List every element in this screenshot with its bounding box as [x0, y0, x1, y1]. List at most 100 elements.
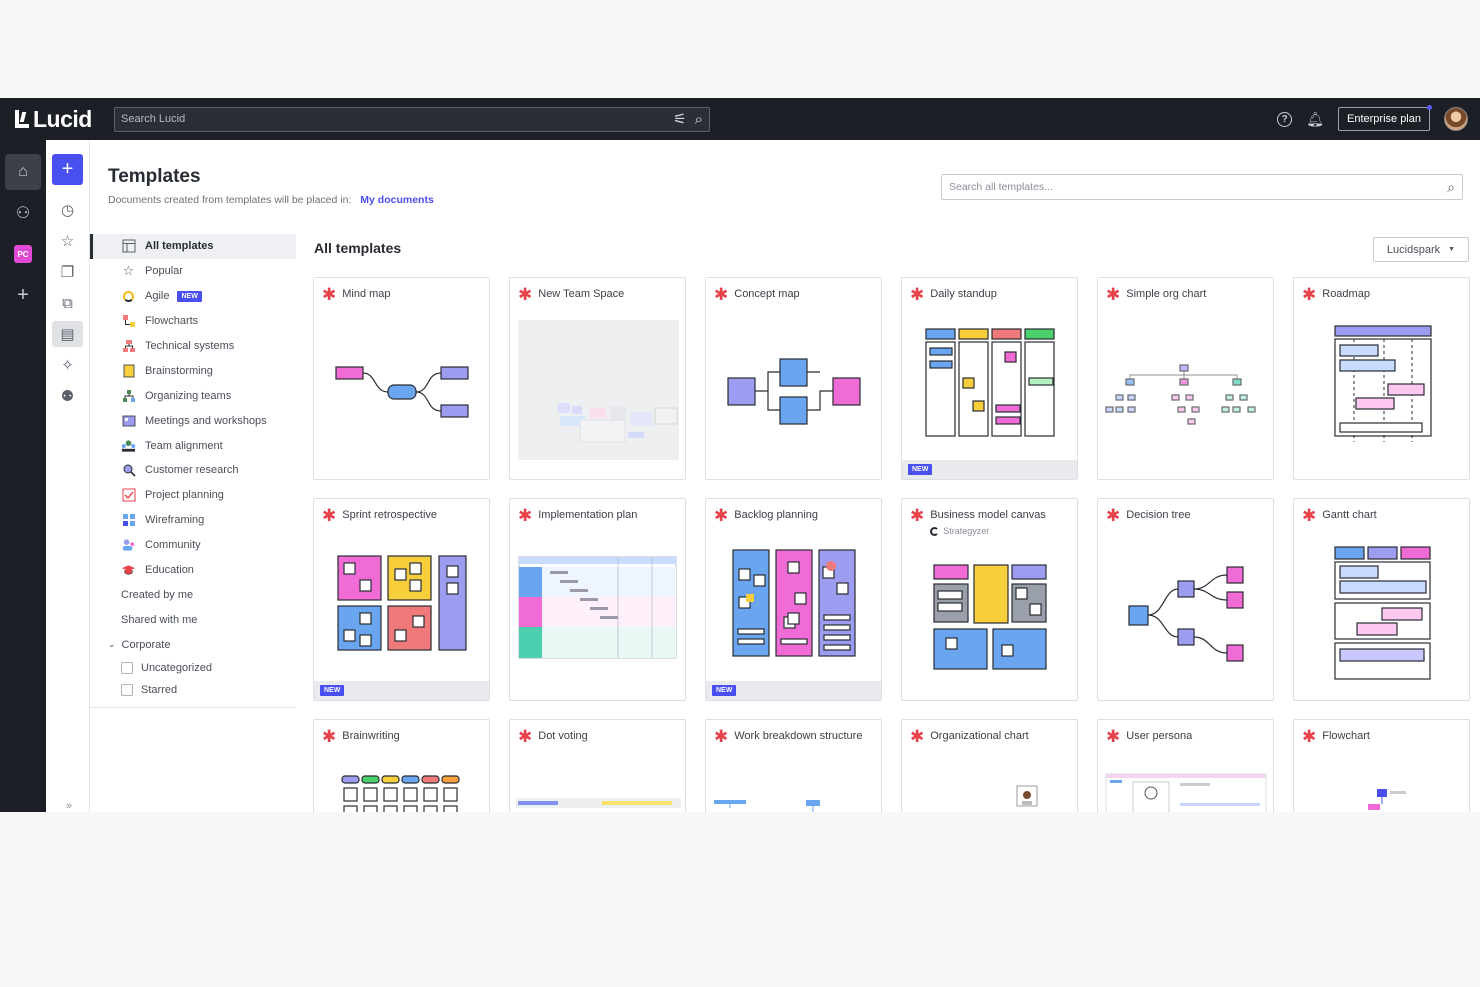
- templates-icon[interactable]: ▤: [52, 321, 83, 347]
- template-card-sprint-retrospective[interactable]: ✱ Sprint retrospective NEW: [313, 498, 490, 701]
- star-icon[interactable]: ☆: [52, 228, 83, 254]
- template-card-implementation-plan[interactable]: ✱ Implementation plan: [509, 498, 686, 701]
- category-customer-research[interactable]: Customer research: [90, 458, 296, 483]
- template-card-backlog-planning[interactable]: ✱ Backlog planning NEW: [705, 498, 882, 701]
- clock-icon[interactable]: ◷: [52, 197, 83, 223]
- sliders-icon[interactable]: ⚟: [673, 112, 686, 127]
- template-card-user-persona[interactable]: ✱ User persona: [1097, 719, 1274, 812]
- flowchart-icon: [121, 314, 136, 328]
- template-card-simple-org-chart[interactable]: ✱ Simple org chart: [1097, 277, 1274, 480]
- org-icon: [121, 389, 136, 403]
- corporate-section-toggle[interactable]: ⌄ Corporate: [90, 632, 296, 657]
- category-meetings-and-workshops[interactable]: Meetings and workshops: [90, 408, 296, 433]
- template-card-title: ✱ Gantt chart: [1302, 506, 1377, 525]
- lucidspark-star-icon: ✱: [518, 506, 533, 525]
- subtitle-text: Documents created from templates will be…: [108, 194, 352, 206]
- category-organizing-teams[interactable]: Organizing teams: [90, 383, 296, 408]
- category-project-planning[interactable]: Project planning: [90, 483, 296, 508]
- category-popular[interactable]: ☆ Popular: [90, 259, 296, 284]
- category-wireframing[interactable]: Wireframing: [90, 508, 296, 533]
- category-all-templates[interactable]: All templates: [90, 234, 296, 259]
- create-new-button[interactable]: +: [52, 154, 83, 185]
- category-community[interactable]: Community: [90, 533, 296, 558]
- template-name: Brainwriting: [342, 730, 400, 742]
- category-brainstorming[interactable]: Brainstorming: [90, 358, 296, 383]
- template-card-business-model-canvas[interactable]: ✱ Business model canvas Strategyzer: [901, 498, 1078, 701]
- lucidspark-star-icon: ✱: [714, 727, 729, 746]
- collapse-icon[interactable]: »: [66, 800, 72, 812]
- template-thumbnail: [1294, 750, 1469, 812]
- new-badge: NEW: [177, 290, 202, 302]
- template-card-mind-map[interactable]: ✱ Mind map: [313, 277, 490, 480]
- template-card-brainwriting[interactable]: ✱ Brainwriting: [313, 719, 490, 812]
- template-card-title: ✱ Roadmap: [1302, 286, 1370, 303]
- category-label: Community: [145, 539, 201, 552]
- search-icon[interactable]: ⌕: [695, 112, 703, 127]
- template-search-input[interactable]: Search all templates... ⌕: [941, 174, 1463, 200]
- page-subtitle: Documents created from templates will be…: [108, 194, 434, 206]
- lucid-logo[interactable]: Lucid: [13, 106, 113, 133]
- add-icon[interactable]: +: [5, 277, 41, 313]
- shared-icon[interactable]: ⧉: [52, 290, 83, 316]
- category-agile[interactable]: Agile NEW: [90, 284, 296, 309]
- bell-icon[interactable]: 🔔︎: [1306, 111, 1324, 128]
- documents-icon[interactable]: ❐: [52, 259, 83, 285]
- sidebar-divider: [90, 707, 296, 709]
- template-thumbnail: [706, 750, 881, 812]
- template-card-organizational-chart[interactable]: ✱ Organizational chart: [901, 719, 1078, 812]
- lucidspark-star-icon: ✱: [1106, 285, 1121, 304]
- integrations-icon[interactable]: ✧: [52, 352, 83, 378]
- template-card-daily-standup[interactable]: ✱ Daily standup NEW: [901, 277, 1078, 480]
- template-grid: ✱ Mind map ✱ New Team Space ✱ Concept ma…: [313, 277, 1470, 812]
- category-technical-systems[interactable]: Technical systems: [90, 334, 296, 359]
- my-documents-link[interactable]: My documents: [360, 194, 434, 206]
- template-card-gantt-chart[interactable]: ✱ Gantt chart: [1293, 498, 1470, 701]
- template-thumbnail: [902, 750, 1077, 812]
- template-name: Organizational chart: [930, 730, 1029, 742]
- template-card-title: ✱ Sprint retrospective: [322, 506, 437, 525]
- home-icon[interactable]: ⌂: [5, 154, 41, 190]
- category-team-alignment[interactable]: Team alignment: [90, 433, 296, 458]
- template-name: Backlog planning: [734, 509, 819, 521]
- people-icon[interactable]: ⚉: [52, 383, 83, 409]
- folder-uncategorized[interactable]: Uncategorized: [90, 657, 296, 679]
- category-flowcharts[interactable]: Flowcharts: [90, 309, 296, 334]
- template-thumbnail: [706, 308, 881, 479]
- search-icon[interactable]: ⌕: [1447, 179, 1455, 196]
- template-thumbnail: [314, 529, 489, 700]
- category-education[interactable]: Education: [90, 558, 296, 583]
- global-search-input[interactable]: Search Lucid ⚟ ⌕: [114, 106, 710, 132]
- folder-icon: [121, 662, 133, 675]
- lucidspark-star-icon: ✱: [1302, 506, 1317, 525]
- template-thumbnail: [1098, 308, 1273, 479]
- template-card-roadmap[interactable]: ✱ Roadmap: [1293, 277, 1470, 480]
- lucidspark-star-icon: ✱: [1106, 506, 1121, 525]
- template-card-decision-tree[interactable]: ✱ Decision tree: [1097, 498, 1274, 701]
- template-thumbnail: [510, 529, 685, 700]
- category-label: Education: [145, 564, 194, 577]
- pc-badge: PC: [14, 245, 32, 263]
- new-badge: NEW: [712, 685, 737, 696]
- template-thumbnail: [314, 308, 489, 479]
- template-card-flowchart[interactable]: ✱ Flowchart: [1293, 719, 1470, 812]
- workspace-button[interactable]: PC: [5, 236, 41, 272]
- help-icon[interactable]: ?: [1277, 111, 1293, 127]
- template-name: Business model canvas: [930, 509, 1046, 521]
- category-label: Agile: [145, 290, 170, 303]
- category-created-by-me[interactable]: Created by me: [90, 582, 296, 607]
- template-card-work-breakdown-structure[interactable]: ✱ Work breakdown structure: [705, 719, 882, 812]
- product-filter-dropdown[interactable]: Lucidspark ▼: [1373, 237, 1469, 262]
- template-card-dot-voting[interactable]: ✱ Dot voting: [509, 719, 686, 812]
- folder-label: Uncategorized: [141, 662, 212, 675]
- template-card-new-team-space[interactable]: ✱ New Team Space: [509, 277, 686, 480]
- team-icon[interactable]: ⚇: [5, 195, 41, 231]
- agile-icon: [121, 289, 136, 303]
- template-card-concept-map[interactable]: ✱ Concept map: [705, 277, 882, 480]
- enterprise-plan-button[interactable]: Enterprise plan: [1338, 105, 1432, 131]
- category-label: Team alignment: [145, 439, 223, 452]
- category-label: Wireframing: [145, 514, 205, 527]
- category-shared-with-me[interactable]: Shared with me: [90, 607, 296, 632]
- folder-starred[interactable]: Starred: [90, 679, 296, 701]
- lucidspark-star-icon: ✱: [322, 506, 337, 525]
- avatar[interactable]: [1444, 107, 1468, 131]
